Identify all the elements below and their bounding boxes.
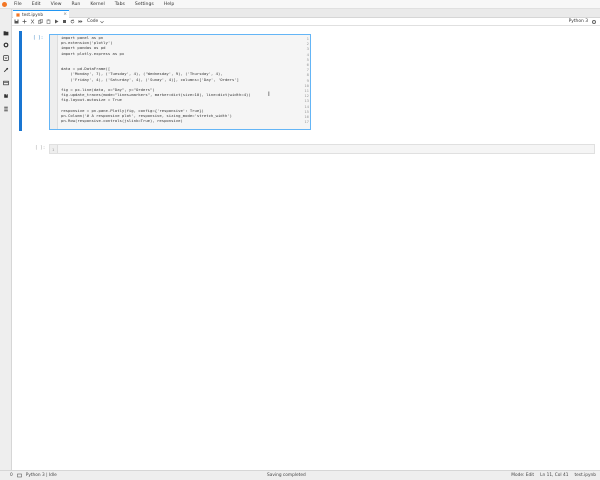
status-message: Saving completed <box>267 473 306 478</box>
mode-count[interactable]: 0 <box>10 473 13 478</box>
menu-view[interactable]: View <box>46 0 67 9</box>
kernel-name[interactable]: Python 3 <box>569 18 588 26</box>
status-left: 0 Python 3 | Idle <box>0 473 57 478</box>
cell-prompt: [ ]: <box>35 146 46 151</box>
jupyter-logo-icon <box>0 0 9 9</box>
running-icon[interactable] <box>3 42 9 48</box>
code-cell-active[interactable]: [ ]: 1 import panel as pn 2 pn.extension… <box>19 31 595 131</box>
code-line: fig.layout.autosize = True <box>61 97 122 103</box>
menu-file[interactable]: File <box>9 0 27 9</box>
cell-prompt: [ ]: <box>33 36 44 41</box>
fast-forward-icon[interactable] <box>76 18 84 26</box>
cut-icon[interactable] <box>28 18 36 26</box>
add-cell-icon[interactable] <box>20 18 28 26</box>
kernel-status-text[interactable]: Python 3 | Idle <box>26 473 57 478</box>
menu-settings[interactable]: Settings <box>130 0 159 9</box>
cell-type-value: Code <box>87 19 99 24</box>
cell-type-select[interactable]: Code <box>87 19 105 24</box>
restart-icon[interactable] <box>68 18 76 26</box>
extension-icon[interactable] <box>3 93 9 99</box>
menubar: File Edit View Run Kernel Tabs Settings … <box>0 0 600 9</box>
notebook-panel: [ ]: 1 import panel as pn 2 pn.extension… <box>12 26 600 470</box>
status-right: Mode: Edit Ln 11, Col 41 test.ipynb <box>511 473 596 478</box>
editor-mode: Mode: Edit <box>511 473 535 478</box>
notebook-icon <box>16 12 20 17</box>
terminal-icon <box>16 473 22 478</box>
code-cell-empty[interactable]: [ ]: 1 <box>19 144 595 154</box>
tab-bar: test.ipynb × <box>12 9 600 18</box>
cursor-position[interactable]: Ln 11, Col 41 <box>540 473 568 478</box>
tabs-icon[interactable] <box>3 80 9 86</box>
code-line: import plotly.express as px <box>61 50 125 56</box>
kernel-status-icon <box>592 20 596 24</box>
line-gutter <box>50 35 58 129</box>
code-line: ('Monday', 7), ('Tuesday', 4), ('Wednesd… <box>61 71 223 77</box>
commands-icon[interactable] <box>3 55 9 61</box>
property-inspector-icon[interactable] <box>3 67 9 73</box>
menu-tabs[interactable]: Tabs <box>110 0 130 9</box>
cell-collapser[interactable] <box>19 31 22 131</box>
code-editor[interactable]: 1 <box>49 144 595 154</box>
code-line: import pandas as pd <box>61 45 106 51</box>
file-name: test.ipynb <box>574 473 596 478</box>
save-icon[interactable] <box>12 18 20 26</box>
text-cursor-icon: I <box>268 91 270 98</box>
status-bar: 0 Python 3 | Idle Saving completed Mode:… <box>0 470 600 480</box>
line-number: 17 <box>304 119 309 125</box>
menu-help[interactable]: Help <box>159 0 179 9</box>
code-editor[interactable]: 1 import panel as pn 2 pn.extension('plo… <box>49 34 311 130</box>
menu-kernel[interactable]: Kernel <box>85 0 109 9</box>
stop-icon[interactable] <box>60 18 68 26</box>
code-line: ('Friday', 4), ('Saturday', 4), ('Sunay'… <box>61 76 240 82</box>
close-icon[interactable]: × <box>63 12 67 17</box>
left-sidebar <box>0 9 12 470</box>
run-icon[interactable] <box>52 18 60 26</box>
menu-edit[interactable]: Edit <box>27 0 46 9</box>
copy-icon[interactable] <box>36 18 44 26</box>
toc-icon[interactable] <box>3 106 9 112</box>
menu-run[interactable]: Run <box>67 0 86 9</box>
paste-icon[interactable] <box>44 18 52 26</box>
tab-title: test.ipynb <box>22 12 43 17</box>
notebook-toolbar: Code Python 3 <box>12 18 600 26</box>
line-number: 1 <box>52 147 55 152</box>
folder-icon[interactable] <box>3 30 9 36</box>
chevron-down-icon <box>100 20 105 23</box>
code-line: pn.Row(responsive.controls(jslink=True),… <box>61 118 183 124</box>
